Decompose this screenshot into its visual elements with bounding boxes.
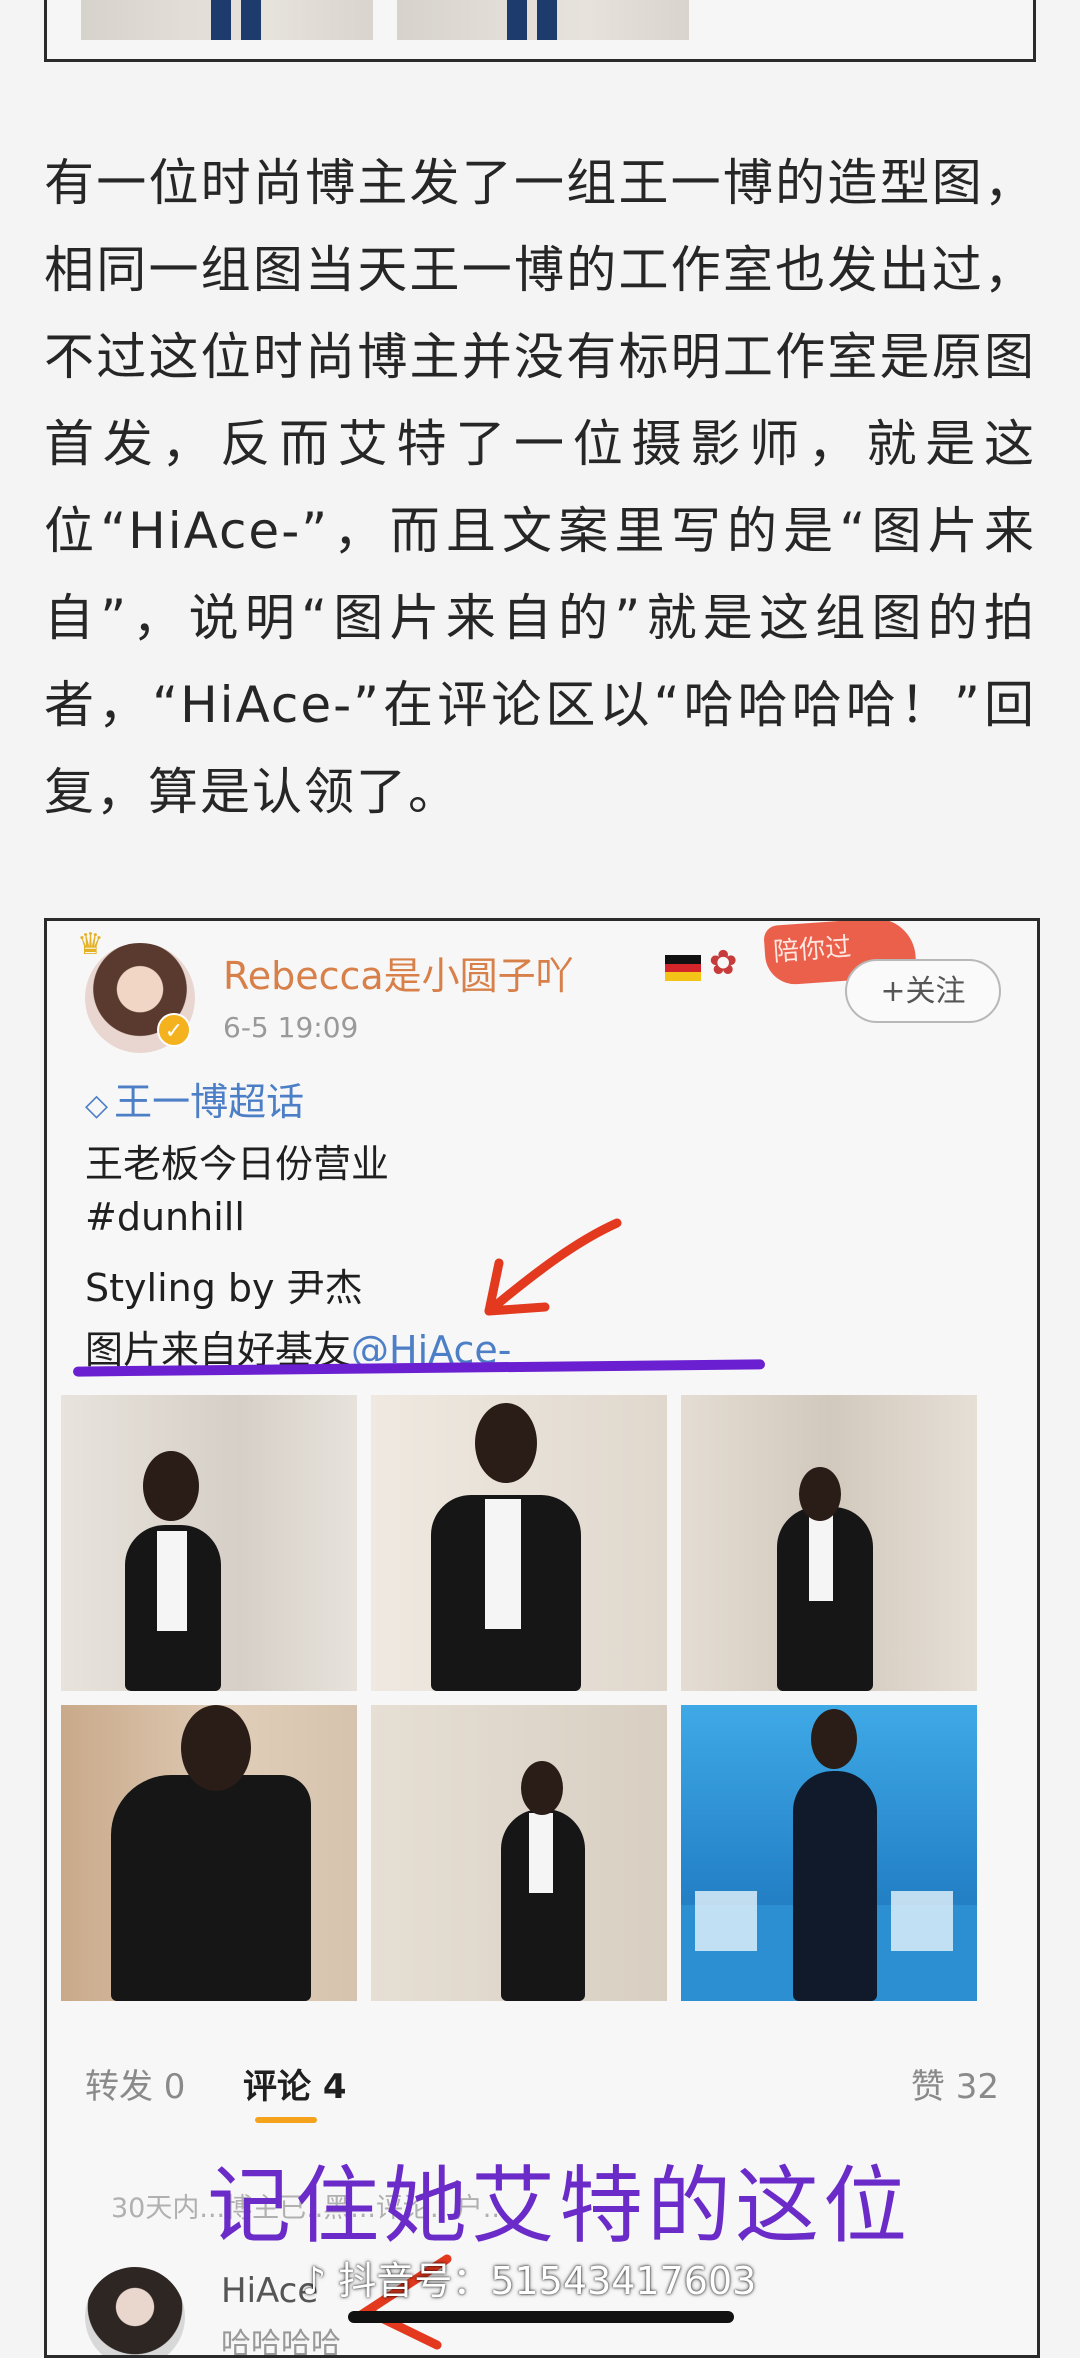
previous-image-frame	[44, 0, 1036, 62]
super-topic-link[interactable]: ◇ 王一博超话	[85, 1071, 304, 1126]
bear-icon: ✿	[709, 943, 738, 983]
active-tab-indicator	[255, 2117, 317, 2123]
post-hashtag[interactable]: #dunhill	[85, 1195, 245, 1239]
germany-flag-icon	[665, 955, 701, 981]
tiktok-icon: ♪	[302, 2259, 327, 2303]
douyin-watermark: ♪ 抖音号：51543417603	[302, 2250, 756, 2305]
post-time: 6-5 19:09	[223, 1011, 359, 1044]
post-photo-6[interactable]	[681, 1705, 977, 2001]
overlay-caption: 记住她艾特的这位	[207, 2157, 912, 2255]
commenter-avatar[interactable]	[85, 2267, 185, 2355]
home-indicator[interactable]	[348, 2311, 734, 2323]
likes-tab[interactable]: 赞 32	[911, 2059, 999, 2108]
badge-stamp-text: 陪你过	[772, 932, 853, 968]
post-photo-1[interactable]	[61, 1395, 357, 1691]
repost-tab[interactable]: 转发 0	[85, 2059, 185, 2108]
verified-icon: ✓	[157, 1013, 191, 1047]
post-photo-4[interactable]	[61, 1705, 357, 2001]
watermark-label: 抖音号：51543417603	[338, 2259, 757, 2303]
previous-photo-left	[81, 0, 373, 40]
follow-button[interactable]: +关注	[845, 959, 1001, 1023]
super-topic-label: 王一博超话	[114, 1080, 305, 1124]
previous-photo-right	[397, 0, 689, 40]
comments-tab[interactable]: 评论 4	[243, 2059, 347, 2108]
post-line-3: Styling by 尹杰	[85, 1266, 363, 1310]
red-arrow-annotation	[484, 1218, 622, 1316]
weibo-post-card: ♛ ✓ Rebecca是小圆子吖 ✿ 陪你过 +关注 6-5 19:09 ◇ 王一…	[44, 918, 1040, 2358]
article-paragraph: 有一位时尚博主发了一组王一博的造型图，相同一组图当天王一博的工作室也发出过，不过…	[44, 154, 1036, 821]
crown-icon: ♛	[77, 927, 104, 962]
commenter-text: 哈哈哈哈	[221, 2327, 341, 2358]
username[interactable]: Rebecca是小圆子吖	[223, 945, 574, 1000]
post-photo-3[interactable]	[681, 1395, 977, 1691]
post-photo-5[interactable]	[371, 1705, 667, 2001]
post-line-1: 王老板今日份营业	[85, 1142, 390, 1186]
post-photo-2[interactable]	[371, 1395, 667, 1691]
super-topic-icon: ◇	[85, 1088, 109, 1123]
